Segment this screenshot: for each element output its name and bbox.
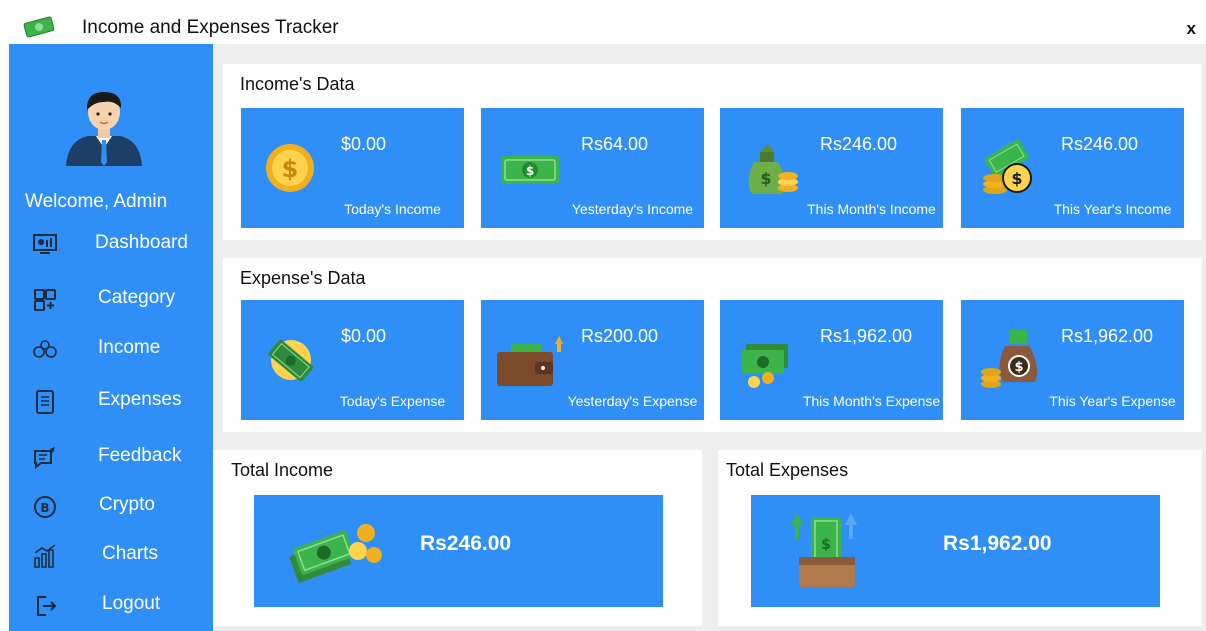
expense-card-yesterday: Rs200.00 Yesterday's Expense — [481, 300, 704, 420]
card-value: Rs1,962.00 — [820, 326, 913, 346]
expenses-icon — [36, 390, 54, 414]
total-income-panel: Total Income Rs246.00 — [213, 450, 702, 626]
card-label: This Month's Income — [807, 201, 936, 217]
category-icon — [34, 289, 56, 311]
money-bag-coins-icon: $ — [981, 330, 1037, 388]
logout-icon — [37, 596, 57, 616]
sidebar-item-label: Crypto — [99, 494, 155, 515]
sidebar-item-label: Income — [98, 337, 161, 358]
income-card-year: $ Rs246.00 This Year's Income — [961, 108, 1184, 228]
svg-text:$: $ — [526, 164, 534, 178]
sidebar-item-crypto[interactable]: B Crypto — [9, 486, 213, 526]
total-income-title: Total Income — [231, 460, 334, 480]
card-label: Yesterday's Expense — [567, 393, 698, 409]
sidebar-item-income[interactable]: Income — [9, 329, 213, 369]
sidebar-item-expenses[interactable]: Expenses — [9, 381, 213, 421]
svg-text:$: $ — [1014, 360, 1023, 375]
coins-and-cash-icon: $ — [983, 139, 1032, 194]
expense-card-month: Rs1,962.00 This Month's Expense — [720, 300, 943, 420]
feedback-icon — [34, 447, 55, 470]
expense-card-today: $0.00 Today's Expense — [241, 300, 464, 420]
income-card-yesterday: $ Rs64.00 Yesterday's Income — [481, 108, 704, 228]
gold-coin-icon: $ — [266, 144, 314, 192]
total-expenses-panel: Total Expenses $ Rs1,962.00 — [718, 450, 1202, 626]
card-value: Rs1,962.00 — [1061, 326, 1154, 346]
svg-text:$: $ — [760, 169, 771, 188]
expense-panel: Expense's Data $0.00 Today's Expense Rs2… — [223, 258, 1202, 432]
card-label: Yesterday's Income — [571, 201, 694, 217]
total-income-card: Rs246.00 — [254, 495, 663, 607]
close-button[interactable]: x — [1187, 19, 1196, 39]
total-expenses-card: $ Rs1,962.00 — [751, 495, 1160, 607]
income-icon — [33, 340, 57, 358]
card-label: Today's Expense — [339, 393, 446, 409]
sidebar-item-label: Dashboard — [95, 232, 188, 253]
dashboard-icon — [33, 234, 57, 254]
card-value: $0.00 — [341, 134, 387, 154]
income-card-month: $ Rs246.00 This Month's Income — [720, 108, 943, 228]
charts-icon — [34, 544, 56, 568]
card-label: Today's Income — [344, 201, 441, 217]
total-expenses-value: Rs1,962.00 — [943, 532, 1052, 555]
sidebar-item-dashboard[interactable]: Dashboard — [9, 224, 213, 264]
total-expenses-title: Total Expenses — [726, 460, 849, 480]
card-label: This Year's Income — [1053, 201, 1172, 217]
money-icon — [23, 16, 55, 38]
money-bag-icon: $ — [748, 144, 798, 194]
sidebar-item-category[interactable]: Category — [9, 279, 213, 319]
sidebar-item-feedback[interactable]: Feedback — [9, 437, 213, 477]
welcome-text: Welcome, Admin — [25, 191, 168, 212]
svg-text:$: $ — [1011, 169, 1022, 188]
title-bar: Income and Expenses Tracker x — [0, 0, 1206, 44]
card-value: $0.00 — [341, 326, 387, 346]
cash-and-coins-icon — [289, 524, 382, 583]
sidebar-item-label: Expenses — [98, 389, 182, 410]
sidebar-item-label: Feedback — [98, 445, 182, 466]
total-income-value: Rs246.00 — [420, 532, 512, 555]
card-label: This Month's Expense — [802, 393, 941, 409]
card-value: Rs64.00 — [581, 134, 649, 154]
coin-with-cash-icon — [268, 339, 314, 382]
window-title: Income and Expenses Tracker — [82, 17, 339, 38]
sidebar-item-label: Charts — [102, 543, 158, 564]
banknote-icon: $ — [501, 156, 559, 184]
card-value: Rs246.00 — [1061, 134, 1139, 154]
sidebar: Welcome, Admin Dashboard Category Income — [9, 44, 213, 631]
svg-text:B: B — [40, 501, 49, 515]
income-panel-title: Income's Data — [240, 74, 355, 94]
sidebar-item-charts[interactable]: Charts — [9, 535, 213, 575]
main-content: Income's Data $ $0.00 Today's Income $ R… — [213, 44, 1206, 631]
svg-text:$: $ — [282, 155, 299, 183]
wallet-with-cash-icon: $ — [791, 513, 857, 587]
sidebar-item-logout[interactable]: Logout — [9, 585, 213, 625]
crypto-icon: B — [34, 496, 56, 518]
wallet-icon — [497, 336, 563, 386]
expense-panel-title: Expense's Data — [240, 268, 366, 288]
card-value: Rs246.00 — [820, 134, 898, 154]
income-panel: Income's Data $ $0.00 Today's Income $ R… — [223, 64, 1202, 240]
sidebar-item-label: Category — [98, 287, 176, 308]
card-value: Rs200.00 — [581, 326, 659, 346]
sidebar-item-label: Logout — [102, 593, 161, 614]
cash-stack-icon — [742, 344, 788, 388]
admin-avatar — [66, 92, 142, 166]
income-card-today: $ $0.00 Today's Income — [241, 108, 464, 228]
svg-text:$: $ — [821, 537, 831, 553]
expense-card-year: $ Rs1,962.00 This Year's Expense — [961, 300, 1184, 420]
card-label: This Year's Expense — [1049, 393, 1176, 409]
